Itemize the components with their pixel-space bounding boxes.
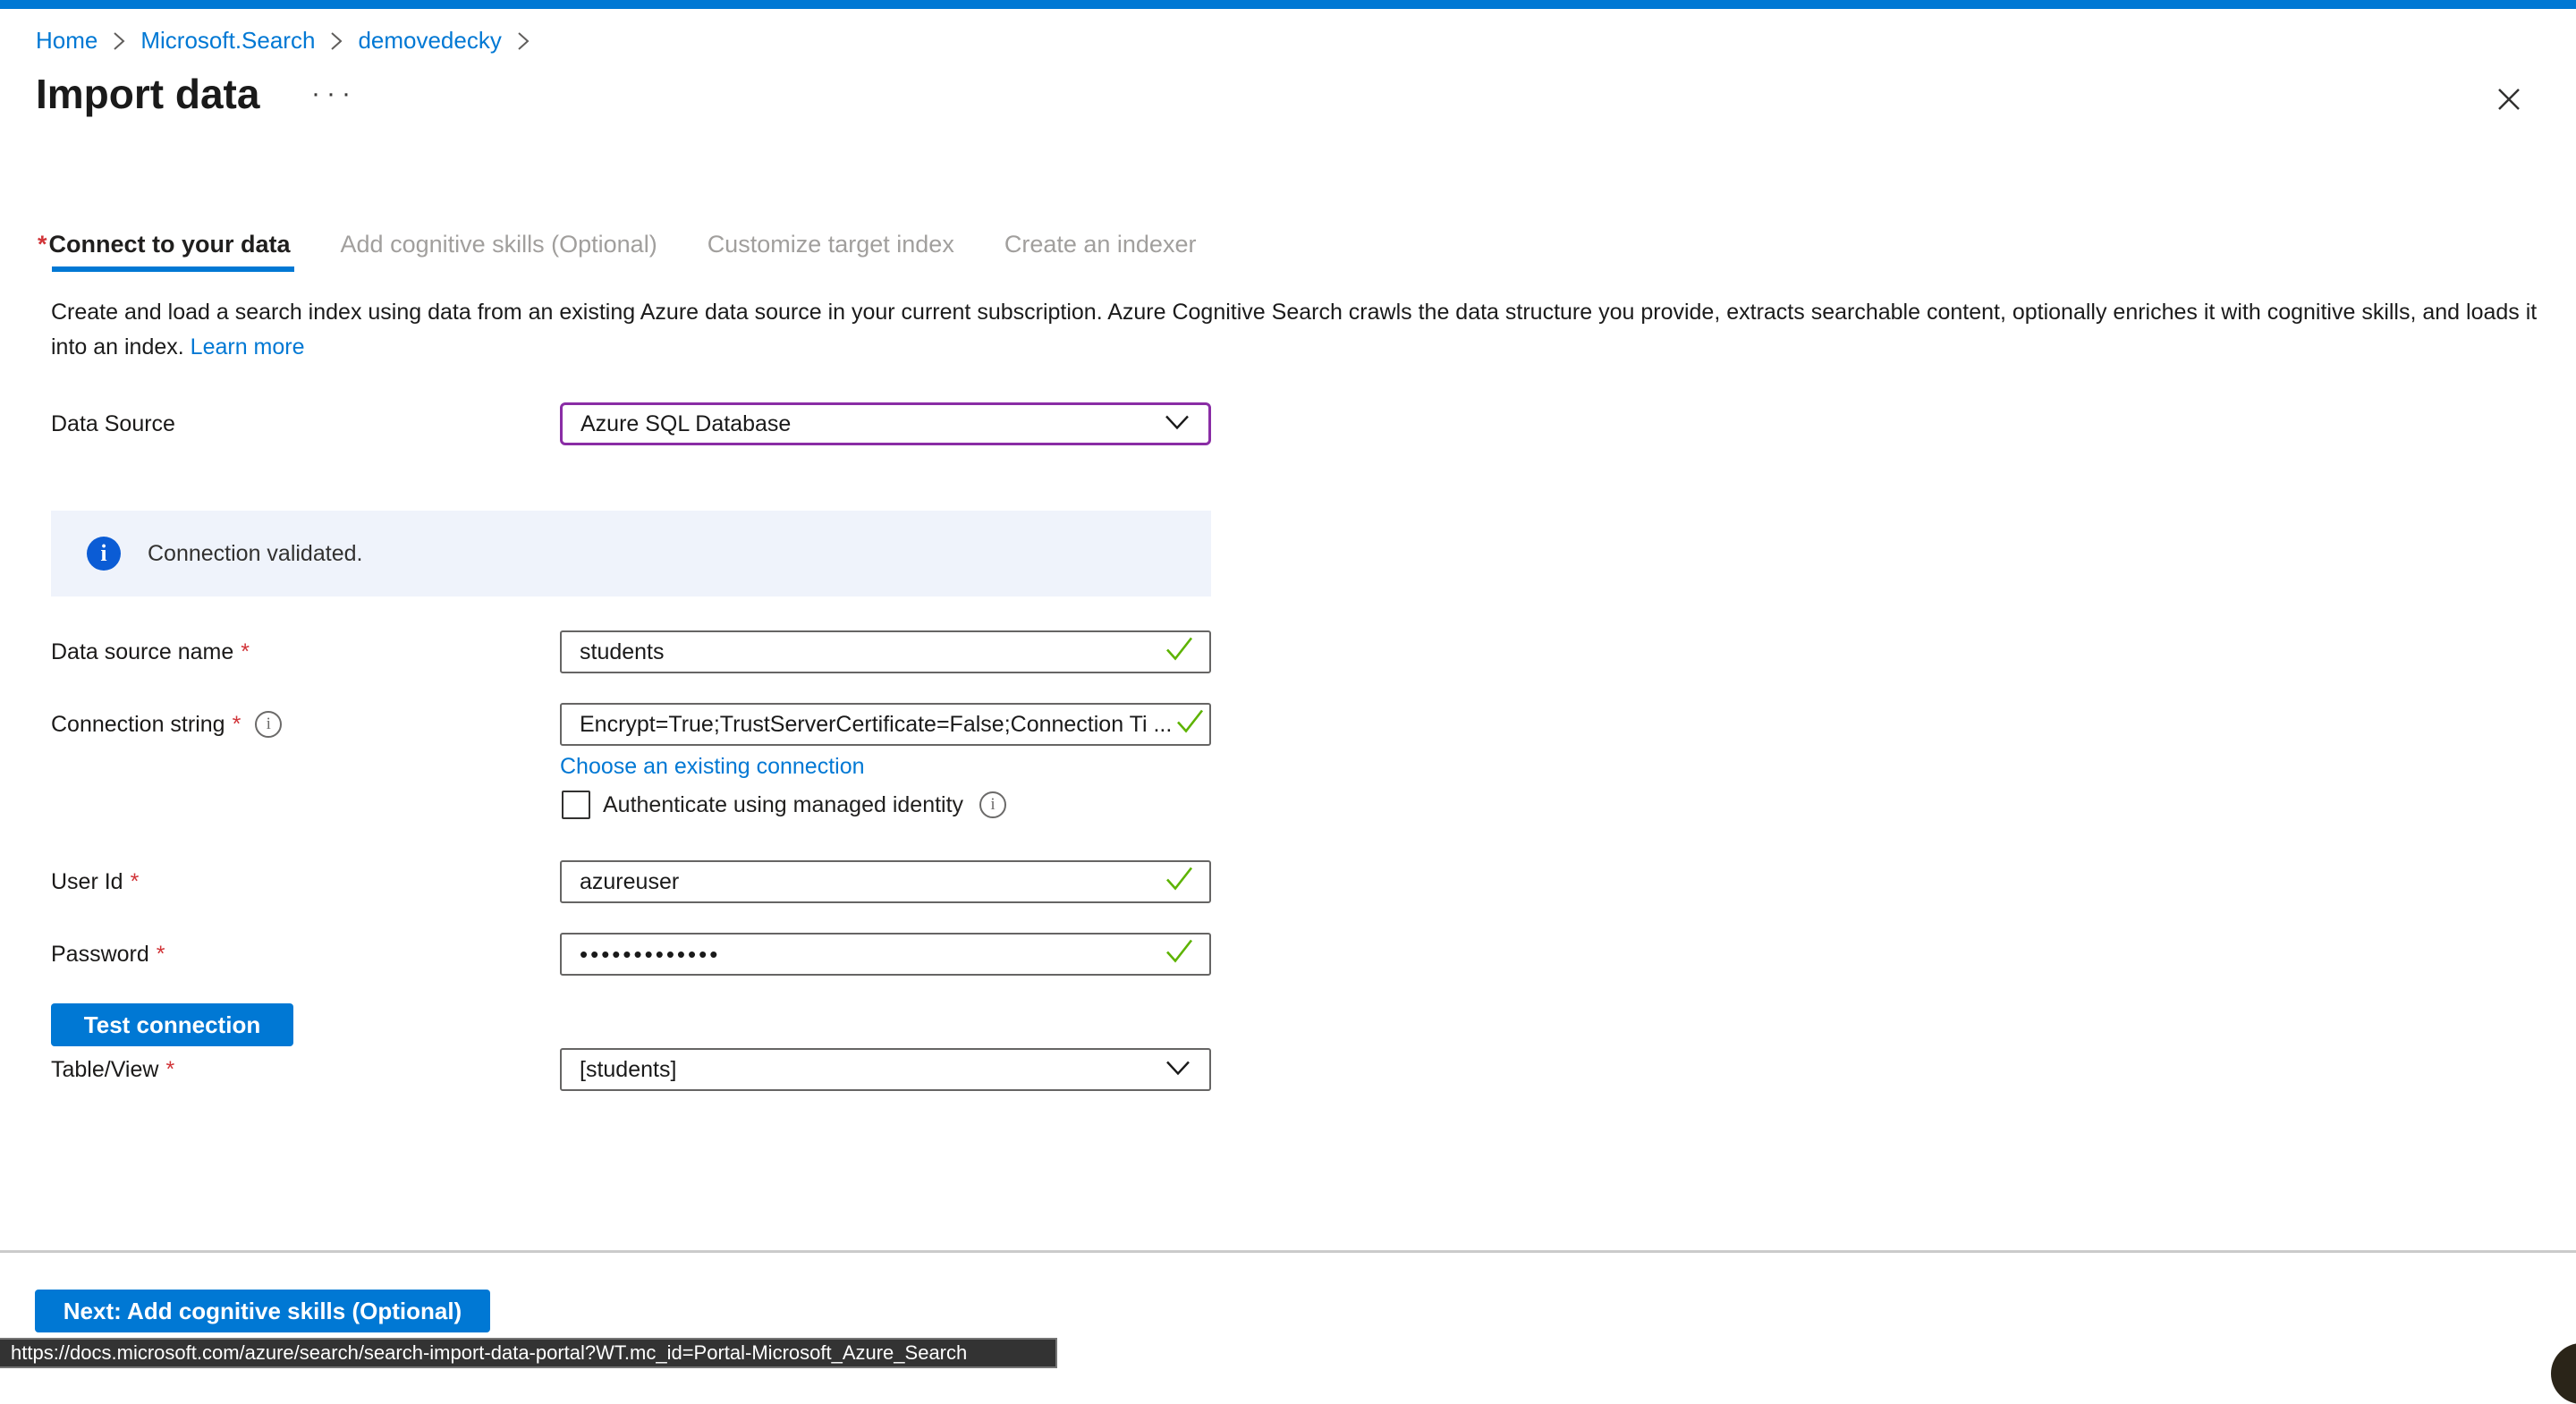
table-view-value: [students] [580, 1057, 676, 1083]
user-id-label: User Id [51, 869, 123, 895]
password-value: ••••••••••••• [580, 941, 720, 968]
cursor-artifact [2551, 1343, 2576, 1404]
breadcrumb: Home Microsoft.Search demovedecky [36, 27, 545, 55]
tab-add-cognitive-skills[interactable]: Add cognitive skills (Optional) [341, 225, 657, 263]
info-tooltip-icon[interactable]: i [979, 791, 1006, 818]
more-options-icon[interactable]: ··· [311, 79, 357, 109]
banner-text: Connection validated. [148, 541, 362, 567]
required-marker: * [38, 231, 47, 258]
valid-check-icon [1165, 866, 1195, 899]
tab-customize-target-index[interactable]: Customize target index [708, 225, 954, 263]
connection-string-value: Encrypt=True;TrustServerCertificate=Fals… [580, 712, 1172, 738]
status-url: https://docs.microsoft.com/azure/search/… [11, 1341, 967, 1365]
chevron-down-icon [1164, 411, 1191, 437]
required-marker: * [233, 712, 242, 738]
breadcrumb-demovedecky[interactable]: demovedecky [358, 27, 501, 55]
chevron-right-icon [112, 30, 126, 53]
connection-string-input[interactable]: Encrypt=True;TrustServerCertificate=Fals… [560, 703, 1211, 746]
table-view-select[interactable]: [students] [560, 1048, 1211, 1091]
data-source-value: Azure SQL Database [580, 411, 791, 437]
tab-label: Customize target index [708, 231, 954, 258]
tab-connect-to-your-data[interactable]: *Connect to your data [38, 225, 291, 263]
footer-divider [0, 1250, 2576, 1253]
field-row-connection-string: Connection string * i Encrypt=True;Trust… [51, 703, 1211, 746]
data-source-name-value: students [580, 639, 665, 665]
close-icon[interactable] [2492, 82, 2526, 116]
choose-existing-connection-link[interactable]: Choose an existing connection [560, 754, 865, 780]
tab-label: Add cognitive skills (Optional) [341, 231, 657, 258]
next-step-button[interactable]: Next: Add cognitive skills (Optional) [35, 1290, 490, 1332]
field-row-password: Password * ••••••••••••• [51, 933, 1211, 976]
required-marker: * [157, 942, 165, 968]
page-description: Create and load a search index using dat… [51, 295, 2538, 365]
info-tooltip-icon[interactable]: i [255, 711, 282, 738]
learn-more-link[interactable]: Learn more [191, 334, 305, 359]
user-id-value: azureuser [580, 869, 679, 895]
page-title: Import data [36, 70, 259, 118]
connection-string-label: Connection string [51, 712, 225, 738]
field-row-data-source: Data Source Azure SQL Database [51, 402, 1211, 445]
field-row-data-source-name: Data source name * students [51, 630, 1211, 673]
valid-check-icon [1165, 938, 1195, 971]
data-source-name-input[interactable]: students [560, 630, 1211, 673]
valid-check-icon [1165, 636, 1195, 669]
required-marker: * [131, 869, 140, 895]
breadcrumb-microsoft-search[interactable]: Microsoft.Search [140, 27, 315, 55]
description-text: Create and load a search index using dat… [51, 300, 2537, 359]
password-input[interactable]: ••••••••••••• [560, 933, 1211, 976]
test-connection-button[interactable]: Test connection [51, 1003, 293, 1046]
table-view-label: Table/View [51, 1057, 158, 1083]
connection-validated-banner: i Connection validated. [51, 511, 1211, 596]
required-marker: * [165, 1057, 174, 1083]
link-status-tooltip: https://docs.microsoft.com/azure/search/… [0, 1338, 1057, 1368]
data-source-name-label: Data source name [51, 639, 233, 665]
top-accent-bar [0, 0, 2576, 9]
valid-check-icon [1175, 708, 1206, 741]
chevron-down-icon [1165, 1057, 1191, 1083]
required-marker: * [241, 639, 250, 665]
tab-label: Create an indexer [1004, 231, 1197, 258]
chevron-right-icon [516, 30, 530, 53]
data-source-label: Data Source [51, 411, 175, 437]
breadcrumb-home[interactable]: Home [36, 27, 97, 55]
field-row-table-view: Table/View * [students] [51, 1048, 1211, 1091]
data-source-select[interactable]: Azure SQL Database [560, 402, 1211, 445]
tab-label: Connect to your data [49, 231, 291, 258]
chevron-right-icon [329, 30, 343, 53]
password-label: Password [51, 942, 149, 968]
field-row-user-id: User Id * azureuser [51, 860, 1211, 903]
tab-create-an-indexer[interactable]: Create an indexer [1004, 225, 1197, 263]
wizard-tabs: *Connect to your data Add cognitive skil… [38, 225, 1246, 263]
managed-identity-row: Authenticate using managed identity i [562, 791, 1006, 819]
managed-identity-label: Authenticate using managed identity [603, 792, 963, 818]
user-id-input[interactable]: azureuser [560, 860, 1211, 903]
managed-identity-checkbox[interactable] [562, 791, 590, 819]
info-icon: i [87, 537, 121, 571]
